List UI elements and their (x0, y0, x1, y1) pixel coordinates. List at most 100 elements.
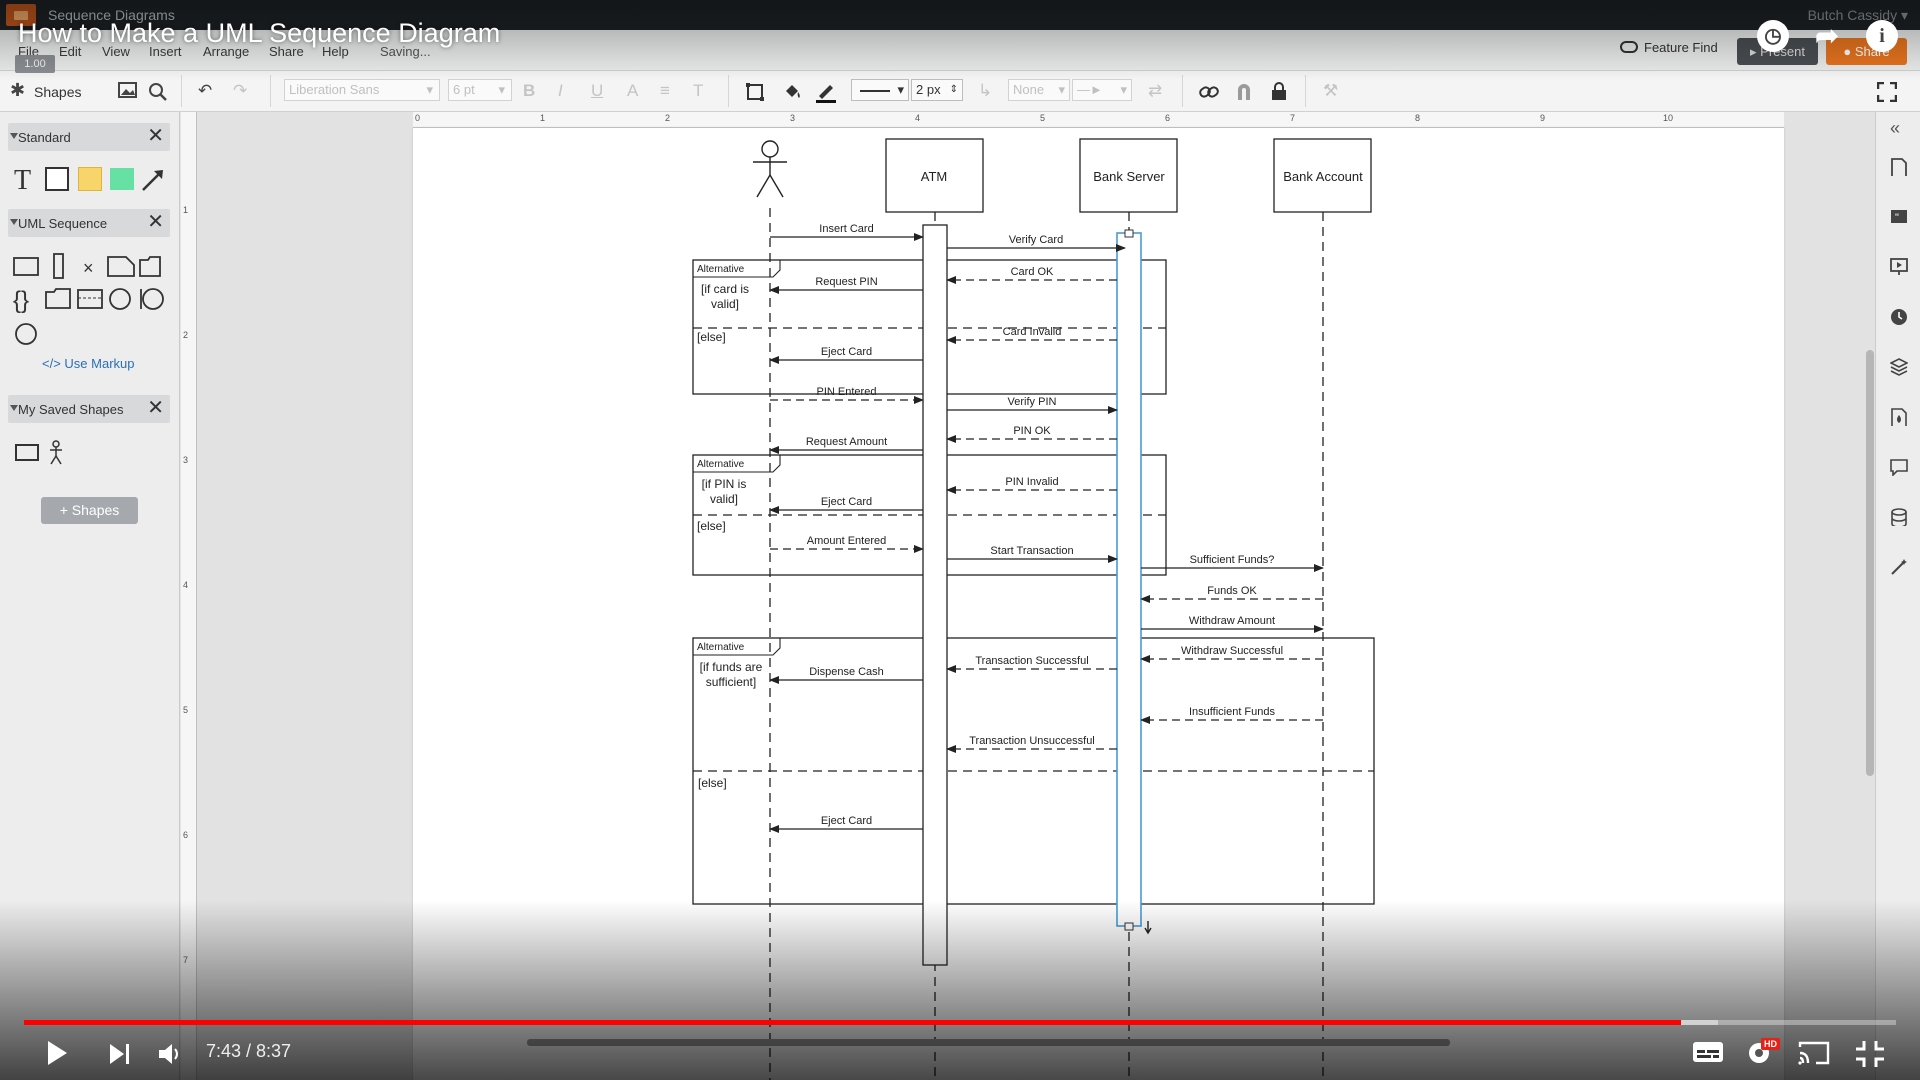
ruler-label: 7 (1290, 113, 1296, 123)
watch-later-icon[interactable]: ◷ (1757, 20, 1789, 52)
font-size-select[interactable]: 6 pt ▾ (448, 79, 512, 101)
message-label: Request PIN (815, 276, 877, 288)
subtitles-icon[interactable] (1692, 1040, 1724, 1064)
exit-fullscreen-icon[interactable] (1855, 1040, 1885, 1068)
shape-border-icon[interactable] (745, 82, 765, 102)
message-label: Card OK (1011, 266, 1054, 278)
standard-library-header[interactable]: Standard ✕ (8, 123, 170, 151)
use-markup-label: Use Markup (64, 356, 135, 371)
close-icon[interactable]: ✕ (147, 212, 164, 232)
svg-text:": " (1895, 212, 1899, 224)
text-shape-icon[interactable]: T (14, 165, 31, 197)
info-icon[interactable]: i (1866, 20, 1898, 52)
undo-icon[interactable]: ↶ (198, 81, 212, 101)
message-label: Sufficient Funds? (1190, 554, 1275, 566)
text-color-icon[interactable]: A (627, 81, 638, 101)
ruler-label: 3 (790, 113, 796, 123)
zoom-badge: 1.00 (15, 55, 55, 73)
page-icon[interactable] (1890, 158, 1908, 176)
font-family-select[interactable]: Liberation Sans ▾ (284, 79, 440, 101)
fullscreen-icon[interactable] (1877, 82, 1897, 102)
next-icon[interactable] (108, 1043, 132, 1065)
line-color-icon[interactable] (815, 81, 837, 103)
horizontal-ruler: 0 1 2 3 4 5 6 7 8 9 10 (413, 112, 1784, 128)
align-icon[interactable]: ≡ (660, 81, 670, 101)
redo-icon[interactable]: ↷ (233, 81, 247, 101)
arrow-shape-icon[interactable] (140, 167, 166, 193)
message-label: PIN Invalid (1005, 476, 1058, 488)
vertical-scrollbar[interactable] (1866, 350, 1874, 776)
swap-arrows-icon[interactable]: ⇄ (1148, 81, 1162, 101)
presentation-icon[interactable] (1890, 257, 1908, 275)
magic-wand-icon[interactable] (1890, 558, 1908, 576)
italic-icon[interactable]: I (558, 81, 563, 101)
cast-icon[interactable] (1797, 1040, 1831, 1066)
add-shapes-button[interactable]: + Shapes (41, 497, 138, 524)
lock-icon[interactable] (1270, 81, 1288, 101)
theme-icon[interactable] (1890, 408, 1908, 426)
lifeline-label: ATM (921, 169, 947, 184)
uml-shape-grid[interactable]: × {} (12, 252, 172, 324)
saved-shapes-header[interactable]: My Saved Shapes ✕ (8, 395, 170, 423)
saved-rectangle-icon[interactable] (15, 444, 39, 461)
bold-icon[interactable]: B (523, 81, 535, 101)
text-options-icon[interactable]: T (693, 81, 703, 101)
puzzle-icon[interactable]: ✱ (10, 80, 25, 100)
atm-activation-bar[interactable] (922, 224, 948, 966)
line-width-select[interactable]: 2 px ⇕ (911, 79, 963, 101)
sticky-note-icon[interactable] (78, 167, 102, 191)
ruler-label: 6 (183, 830, 189, 840)
collapse-icon (10, 219, 18, 225)
link-icon[interactable] (1198, 82, 1220, 102)
block-shape-icon[interactable] (110, 168, 134, 190)
message-label: Request Amount (806, 436, 887, 448)
toolbar: ✱ Shapes ↶ ↷ Liberation Sans ▾ 6 pt ▾ B I … (0, 71, 1920, 112)
shapes-toggle[interactable]: Shapes (34, 84, 81, 100)
play-icon[interactable] (45, 1040, 69, 1066)
saved-actor-icon[interactable] (48, 440, 64, 466)
message-label: Transaction Unsuccessful (969, 735, 1095, 747)
quote-icon[interactable]: " (1890, 208, 1908, 226)
uml-sequence-library-header[interactable]: UML Sequence ✕ (8, 209, 170, 237)
underline-icon[interactable]: U (591, 81, 603, 101)
wrench-icon[interactable]: ⚒ (1323, 81, 1338, 101)
video-progress-bar[interactable] (24, 1020, 1896, 1025)
data-icon[interactable] (1890, 508, 1908, 526)
fragment-tag: Alternative (697, 264, 745, 275)
fragment-tag: Alternative (697, 642, 745, 653)
standard-library-label: Standard (18, 130, 71, 145)
feature-find-button[interactable]: Feature Find (1620, 40, 1718, 60)
else-label: [else] (697, 330, 726, 344)
ruler-label: 1 (540, 113, 546, 123)
magnet-icon[interactable] (1235, 82, 1253, 102)
toolbar-divider (181, 75, 182, 107)
video-time: 7:43 / 8:37 (206, 1041, 292, 1061)
rectangle-shape-icon[interactable] (45, 167, 69, 191)
line-style-select[interactable]: ▾ (851, 79, 909, 101)
server-activation-bar-selected[interactable] (1116, 232, 1142, 927)
ruler-label: 0 (415, 113, 421, 123)
collapse-panel-icon[interactable]: « (1890, 118, 1908, 138)
message-label: Amount Entered (807, 535, 887, 547)
search-icon[interactable] (148, 82, 168, 102)
fill-color-icon[interactable] (781, 81, 803, 103)
connector-style-icon[interactable]: ↳ (978, 81, 992, 101)
share-arrow-icon[interactable]: ➦ (1811, 20, 1843, 52)
history-icon[interactable] (1890, 308, 1908, 326)
arrow-start-select[interactable]: None ▾ (1008, 79, 1070, 101)
volume-icon[interactable] (158, 1042, 184, 1066)
message-label: Start Transaction (990, 545, 1073, 557)
arrow-end-select[interactable]: —► ▾ (1072, 79, 1132, 101)
comment-icon[interactable] (1890, 458, 1908, 476)
close-icon[interactable]: ✕ (147, 126, 164, 146)
toolbar-divider (1182, 75, 1183, 107)
ruler-label: 6 (1165, 113, 1171, 123)
uml-entity-icon[interactable] (14, 322, 40, 348)
actor-figure[interactable] (753, 140, 787, 198)
ruler-label: 5 (183, 705, 189, 715)
layers-icon[interactable] (1890, 358, 1908, 376)
image-icon[interactable] (118, 82, 138, 100)
close-icon[interactable]: ✕ (147, 398, 164, 418)
video-title[interactable]: How to Make a UML Sequence Diagram (18, 18, 500, 49)
use-markup-link[interactable]: </> Use Markup (42, 356, 135, 371)
